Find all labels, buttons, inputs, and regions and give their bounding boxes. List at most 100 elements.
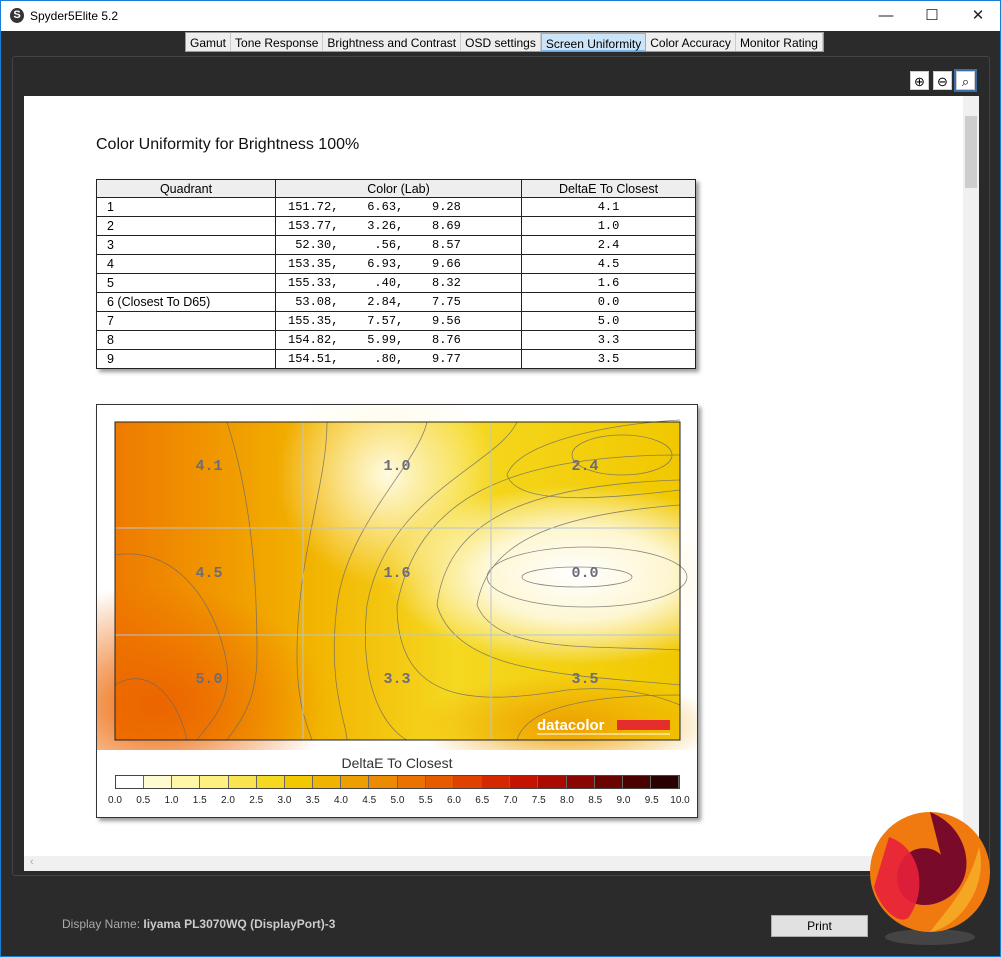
colorbar-tick-label: 3.5 bbox=[305, 795, 320, 806]
tab-tone-response[interactable]: Tone Response bbox=[231, 33, 324, 51]
tab-osd-settings[interactable]: OSD settings bbox=[461, 33, 541, 51]
quadrant-cell: 5 bbox=[96, 273, 276, 293]
tab-brightness-contrast[interactable]: Brightness and Contrast bbox=[323, 33, 462, 51]
colorbar-swatch bbox=[622, 776, 651, 788]
app-icon: S bbox=[10, 8, 24, 23]
colorbar-swatch bbox=[144, 776, 173, 788]
colorbar-swatch bbox=[228, 776, 257, 788]
cell-label: 4.1 bbox=[195, 458, 222, 475]
colorbar-tick-label: 8.5 bbox=[588, 795, 603, 806]
report-page: Color Uniformity for Brightness 100% Qua… bbox=[24, 96, 979, 871]
title-bar: S Spyder5Elite 5.2 — ☐ ✕ bbox=[1, 1, 1000, 31]
lab-cell: 155.35, 7.57, 9.56 bbox=[275, 311, 522, 331]
colorbar-swatch bbox=[397, 776, 426, 788]
deltae-cell: 2.4 bbox=[521, 235, 696, 255]
lab-cell: 153.35, 6.93, 9.66 bbox=[275, 254, 522, 274]
colorbar-tick-label: 2.0 bbox=[221, 795, 235, 806]
cell-label: 4.5 bbox=[195, 565, 222, 582]
deltae-cell: 3.3 bbox=[521, 330, 696, 350]
lab-cell: 151.72, 6.63, 9.28 bbox=[275, 197, 522, 217]
cell-label: 3.3 bbox=[383, 671, 410, 688]
colorbar-swatch bbox=[566, 776, 595, 788]
cell-label: 1.6 bbox=[383, 565, 410, 582]
table-row: 2 153.77, 3.26, 8.69 1.0 bbox=[96, 216, 696, 236]
table-row: 1 151.72, 6.63, 9.28 4.1 bbox=[96, 197, 696, 217]
colorbar-swatch bbox=[453, 776, 483, 788]
colorbar-swatch bbox=[313, 776, 342, 788]
colorbar-tick-label: 9.0 bbox=[616, 795, 631, 806]
colorbar-tick-label: 4.0 bbox=[334, 795, 348, 806]
colorbar-swatch bbox=[341, 776, 370, 788]
zoom-in-icon[interactable]: ⊕ bbox=[910, 71, 929, 90]
watermark-logo bbox=[870, 812, 990, 945]
colorbar-tick-label: 5.5 bbox=[418, 795, 433, 806]
minimize-button[interactable]: — bbox=[863, 1, 909, 31]
colorbar bbox=[115, 775, 680, 789]
heatmap: 4.1 1.0 2.4 4.5 1.6 0.0 5.0 3.3 3.5 data… bbox=[97, 405, 697, 750]
deltae-cell: 3.5 bbox=[521, 349, 696, 369]
deltae-cell: 4.1 bbox=[521, 197, 696, 217]
colorbar-swatch bbox=[369, 776, 398, 788]
table-row: 5 155.33, .40, 8.32 1.6 bbox=[96, 273, 696, 293]
quadrant-cell: 4 bbox=[96, 254, 276, 274]
table-row: 7 155.35, 7.57, 9.56 5.0 bbox=[96, 311, 696, 331]
scroll-thumb[interactable] bbox=[965, 116, 977, 188]
table-row: 6 (Closest To D65) 53.08, 2.84, 7.75 0.0 bbox=[96, 292, 696, 312]
tab-monitor-rating[interactable]: Monitor Rating bbox=[736, 33, 823, 51]
horizontal-scrollbar[interactable]: ‹ bbox=[24, 856, 963, 871]
column-header: DeltaE To Closest bbox=[521, 179, 696, 198]
colorbar-swatch bbox=[172, 776, 201, 788]
datacolor-logo: datacolor bbox=[537, 717, 605, 734]
colorbar-tick-label: 1.5 bbox=[192, 795, 207, 806]
tab-screen-uniformity[interactable]: Screen Uniformity bbox=[540, 33, 647, 51]
colorbar-swatch bbox=[284, 776, 314, 788]
zoom-out-icon[interactable]: ⊖ bbox=[933, 71, 952, 90]
vertical-scrollbar[interactable] bbox=[963, 96, 979, 856]
deltae-cell: 0.0 bbox=[521, 292, 696, 312]
deltae-cell: 1.6 bbox=[521, 273, 696, 293]
colorbar-swatch bbox=[538, 776, 567, 788]
window-title: Spyder5Elite 5.2 bbox=[30, 9, 119, 23]
quadrant-cell: 8 bbox=[96, 330, 276, 350]
maximize-button[interactable]: ☐ bbox=[909, 1, 955, 31]
colorbar-tick-label: 3.0 bbox=[277, 795, 292, 806]
deltae-cell: 1.0 bbox=[521, 216, 696, 236]
colorbar-swatch bbox=[482, 776, 511, 788]
cell-label: 1.0 bbox=[383, 458, 410, 475]
display-name: Display Name: Iiyama PL3070WQ (DisplayPo… bbox=[62, 917, 335, 931]
display-name-label: Display Name: bbox=[62, 917, 141, 931]
cell-label: 3.5 bbox=[571, 671, 598, 688]
cell-label: 0.0 bbox=[571, 565, 598, 582]
colorbar-tick-label: 9.5 bbox=[644, 795, 659, 806]
colorbar-tick-label: 6.0 bbox=[447, 795, 461, 806]
colorbar-tick-label: 7.0 bbox=[503, 795, 518, 806]
lab-cell: 52.30, .56, 8.57 bbox=[275, 235, 522, 255]
close-button[interactable]: ✕ bbox=[955, 1, 1001, 31]
print-button[interactable]: Print bbox=[771, 915, 868, 937]
colorbar-tick-label: 10.0 bbox=[670, 795, 690, 806]
colorbar-swatch bbox=[425, 776, 454, 788]
tab-color-accuracy[interactable]: Color Accuracy bbox=[646, 33, 736, 51]
colorbar-tick-label: 8.0 bbox=[560, 795, 574, 806]
colorbar-swatch bbox=[256, 776, 285, 788]
table-row: 8 154.82, 5.99, 8.76 3.3 bbox=[96, 330, 696, 350]
column-header: Color (Lab) bbox=[275, 179, 522, 198]
colorbar-swatch bbox=[650, 776, 680, 788]
deltae-cell: 5.0 bbox=[521, 311, 696, 331]
quadrant-cell: 7 bbox=[96, 311, 276, 331]
tab-gamut[interactable]: Gamut bbox=[186, 33, 232, 51]
uniformity-table: Quadrant Color (Lab) DeltaE To Closest 1… bbox=[96, 179, 696, 369]
lab-cell: 153.77, 3.26, 8.69 bbox=[275, 216, 522, 236]
zoom-fit-icon[interactable]: ⌕ bbox=[954, 69, 977, 92]
colorbar-tick-label: 0.5 bbox=[136, 795, 151, 806]
quadrant-cell: 2 bbox=[96, 216, 276, 236]
colorbar-tick-label: 2.5 bbox=[249, 795, 264, 806]
column-header: Quadrant bbox=[96, 179, 276, 198]
colorbar-tick-label: 6.5 bbox=[475, 795, 490, 806]
colorbar-tick-label: 4.5 bbox=[362, 795, 377, 806]
colorbar-title: DeltaE To Closest bbox=[341, 755, 453, 771]
cell-label: 2.4 bbox=[571, 458, 598, 475]
colorbar-tick-label: 1.0 bbox=[164, 795, 179, 806]
quadrant-cell: 3 bbox=[96, 235, 276, 255]
tab-bar: Gamut Tone Response Brightness and Contr… bbox=[185, 32, 824, 52]
